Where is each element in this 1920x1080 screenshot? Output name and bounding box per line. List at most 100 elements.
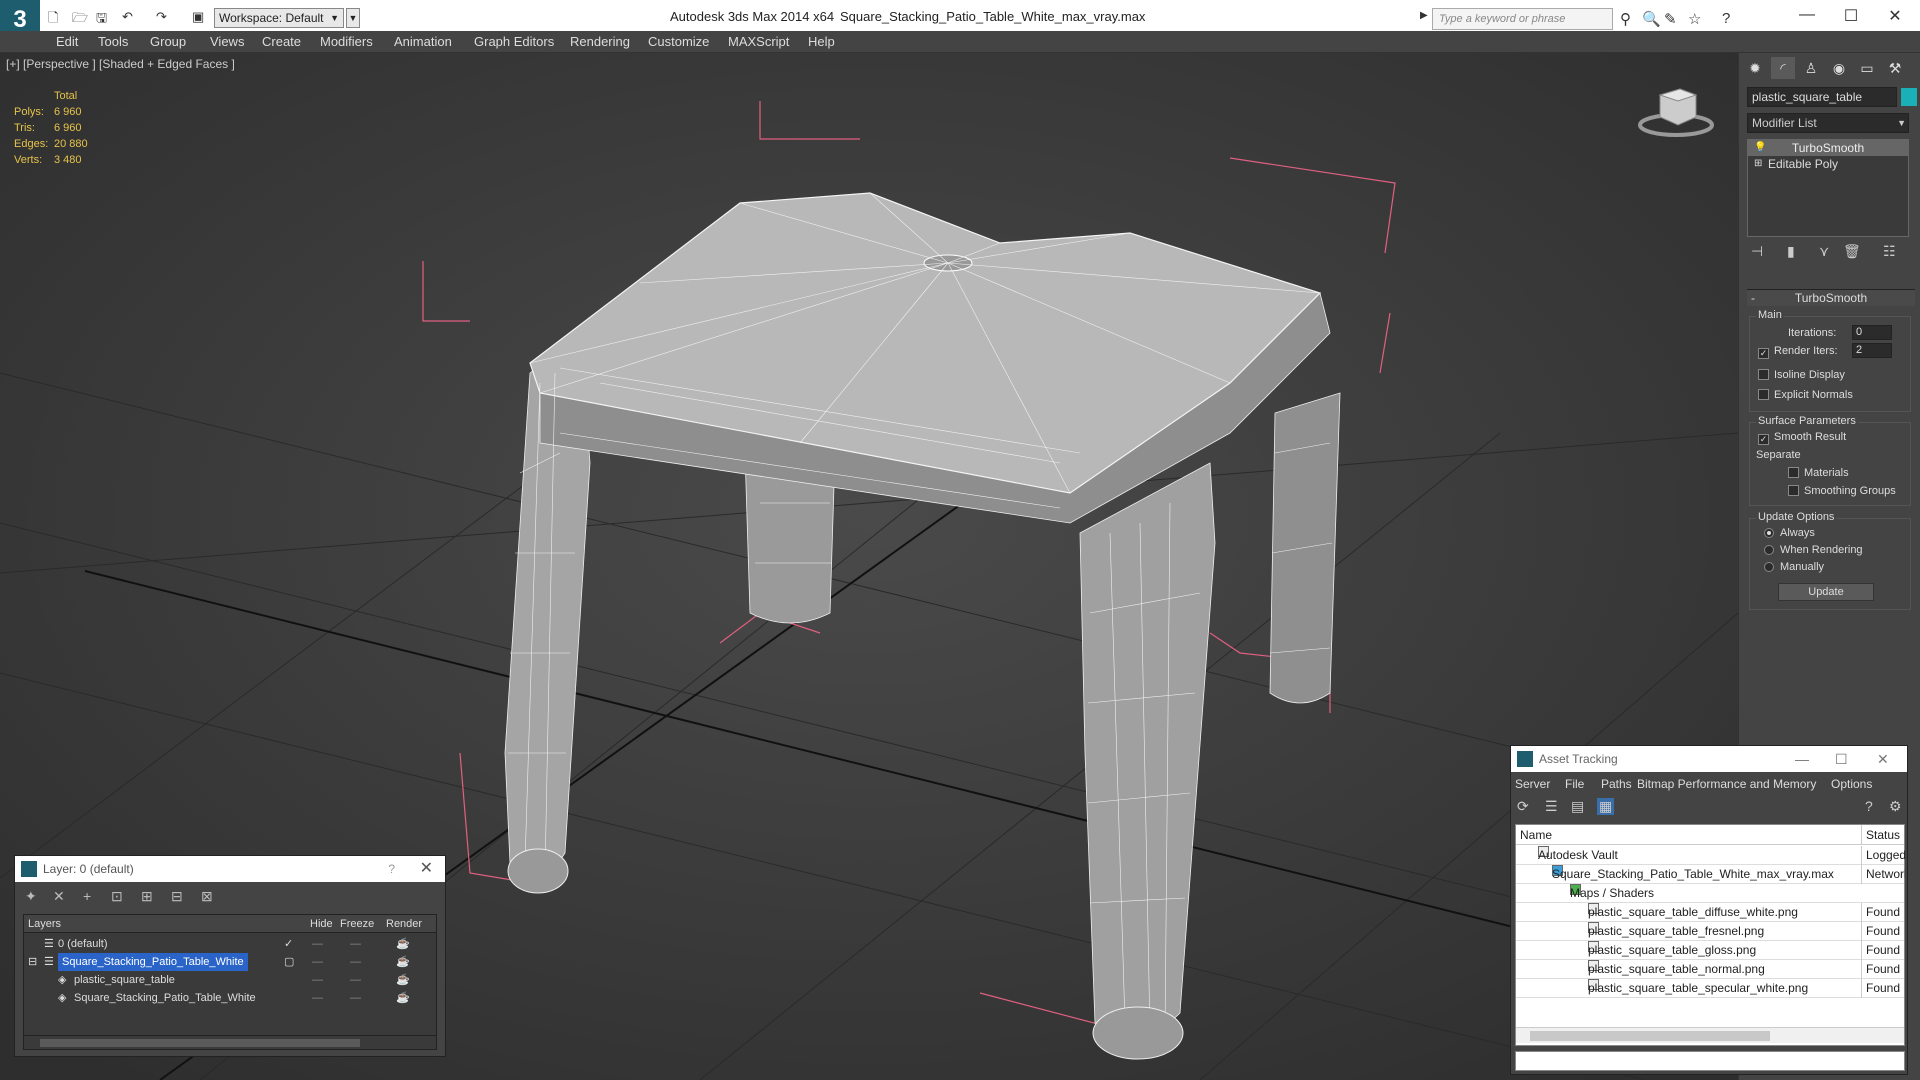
asset-row[interactable]: plastic_square_table_normal.png Found <box>1516 960 1904 979</box>
lightbulb-icon[interactable]: 💡 <box>1754 140 1766 156</box>
explicit-normals-checkbox[interactable]: Explicit Normals <box>1758 389 1853 401</box>
display-tab-icon[interactable]: ▭ <box>1855 57 1879 79</box>
undo-icon[interactable]: ↶ <box>122 9 133 25</box>
col-render[interactable]: Render <box>386 915 422 933</box>
col-freeze[interactable]: Freeze <box>340 915 374 933</box>
freeze-toggle[interactable]: — <box>350 971 361 989</box>
hide-toggle[interactable]: — <box>312 935 323 953</box>
favorites-star-icon[interactable]: ☆ <box>1688 10 1701 28</box>
help-icon[interactable]: ? <box>1722 10 1730 27</box>
configure-modifier-sets-icon[interactable]: ☷ <box>1883 243 1896 260</box>
asset-window-titlebar[interactable]: Asset Tracking — ☐ ✕ <box>1511 746 1907 772</box>
hide-toggle[interactable]: — <box>312 989 323 1007</box>
minimize-icon[interactable]: — <box>1795 746 1809 772</box>
collapse-icon[interactable]: ⊟ <box>28 953 37 971</box>
asset-row[interactable]: plastic_square_table_gloss.png Found <box>1516 941 1904 960</box>
always-radio[interactable]: Always <box>1764 527 1815 539</box>
materials-checkbox[interactable]: Materials <box>1788 467 1849 479</box>
render-teapot-icon[interactable]: ☕ <box>396 971 410 989</box>
render-teapot-icon[interactable]: ☕ <box>396 953 410 971</box>
tree-view-icon[interactable]: ▤ <box>1571 798 1584 815</box>
delete-layer-icon[interactable]: ✕ <box>53 888 65 905</box>
render-iters-spinner[interactable]: 2 <box>1852 343 1892 358</box>
expand-plus-icon[interactable]: ⊞ <box>1754 156 1762 172</box>
create-tab-icon[interactable]: ✹ <box>1743 57 1767 79</box>
asset-row[interactable]: plastic_square_table_specular_white.png … <box>1516 979 1904 998</box>
workspace-dropdown[interactable]: Workspace: Default ▼ <box>214 8 344 28</box>
new-layer-icon[interactable]: ✦ <box>25 888 37 905</box>
render-teapot-icon[interactable]: ☕ <box>396 989 410 1007</box>
when-rendering-radio[interactable]: When Rendering <box>1764 544 1863 556</box>
utilities-tab-icon[interactable]: ⚒ <box>1883 57 1907 79</box>
layer-row[interactable]: ☰ 0 (default) ✓ — — ☕ <box>24 935 436 953</box>
rollout-header[interactable]: - TurboSmooth <box>1747 290 1915 306</box>
set-current-box-icon[interactable]: ▢ <box>284 953 294 971</box>
freeze-toggle[interactable]: — <box>350 935 361 953</box>
freeze-toggle[interactable]: — <box>350 953 361 971</box>
viewport-label[interactable]: [+] [Perspective ] [Shaded + Edged Faces… <box>6 57 235 71</box>
binoculars-icon[interactable]: ⚲ <box>1620 10 1631 28</box>
menu-animation[interactable]: Animation <box>394 34 452 49</box>
list-view-icon[interactable]: ☰ <box>1545 798 1558 815</box>
horizontal-scrollbar[interactable] <box>24 1035 436 1049</box>
asset-menu-bitmap-performance[interactable]: Bitmap Performance and Memory <box>1637 774 1816 794</box>
col-hide[interactable]: Hide <box>310 915 333 933</box>
remove-modifier-icon[interactable]: 🗑 <box>1843 243 1861 260</box>
layer-row[interactable]: ◈ Square_Stacking_Patio_Table_White — — … <box>24 989 436 1007</box>
layer-window-titlebar[interactable]: Layer: 0 (default) ? ✕ <box>15 856 445 882</box>
redo-icon[interactable]: ↷ <box>156 9 167 25</box>
menu-views[interactable]: Views <box>210 34 244 49</box>
hide-toggle[interactable]: — <box>312 971 323 989</box>
asset-row[interactable]: Autodesk Vault Logged O <box>1516 846 1905 865</box>
freeze-toggle[interactable]: — <box>350 989 361 1007</box>
asset-menu-file[interactable]: File <box>1565 774 1584 794</box>
save-icon[interactable]: 🖫 <box>96 9 107 31</box>
refresh-icon[interactable]: ⟳ <box>1517 798 1529 815</box>
table-view-icon[interactable]: ▦ <box>1597 798 1615 815</box>
search-input[interactable]: Type a keyword or phrase <box>1432 8 1613 30</box>
manually-radio[interactable]: Manually <box>1764 561 1824 573</box>
asset-row[interactable]: plastic_square_table_diffuse_white.png F… <box>1516 903 1904 922</box>
menu-customize[interactable]: Customize <box>648 34 709 49</box>
menu-help[interactable]: Help <box>808 34 835 49</box>
smoothing-groups-checkbox[interactable]: Smoothing Groups <box>1788 485 1896 497</box>
current-layer-check-icon[interactable]: ✓ <box>284 935 293 953</box>
layer-row[interactable]: ⊟ ☰ Square_Stacking_Patio_Table_White ▢ … <box>24 953 436 971</box>
close-icon[interactable]: ✕ <box>1880 6 1910 26</box>
help-icon[interactable]: ? <box>388 856 395 882</box>
select-layer-icon[interactable]: ⊞ <box>141 888 153 905</box>
col-name[interactable]: Name <box>1520 825 1552 845</box>
maximize-icon[interactable]: ☐ <box>1835 746 1848 772</box>
render-teapot-icon[interactable]: ☕ <box>396 935 410 953</box>
smooth-result-checkbox[interactable]: ✓ Smooth Result <box>1758 431 1846 445</box>
stack-item-turbosmooth[interactable]: 💡 TurboSmooth <box>1748 140 1908 156</box>
maximize-icon[interactable]: ☐ <box>1836 6 1866 26</box>
search-icon[interactable]: 🔍 <box>1642 10 1661 28</box>
render-iters-checkbox[interactable]: ✓ Render Iters: <box>1758 345 1838 359</box>
select-objects-icon[interactable]: ⊡ <box>111 888 123 905</box>
menu-maxscript[interactable]: MAXScript <box>728 34 789 49</box>
isoline-display-checkbox[interactable]: Isoline Display <box>1758 369 1845 381</box>
menu-tools[interactable]: Tools <box>98 34 128 49</box>
update-button[interactable]: Update <box>1778 583 1874 601</box>
show-end-result-icon[interactable]: ▮ <box>1787 243 1795 260</box>
close-icon[interactable]: ✕ <box>1877 746 1889 772</box>
horizontal-scrollbar[interactable] <box>1516 1027 1904 1043</box>
asset-menu-server[interactable]: Server <box>1515 774 1550 794</box>
stack-item-editable-poly[interactable]: ⊞ Editable Poly <box>1748 156 1908 172</box>
iterations-spinner[interactable]: 0 <box>1852 325 1892 340</box>
modifier-list-dropdown[interactable]: Modifier List ▼ <box>1747 113 1909 133</box>
scrollbar-thumb[interactable] <box>40 1039 360 1047</box>
project-folder-icon[interactable]: ▣ <box>192 9 204 25</box>
menu-edit[interactable]: Edit <box>56 34 78 49</box>
help-icon[interactable]: ? <box>1865 798 1873 814</box>
menu-create[interactable]: Create <box>262 34 301 49</box>
set-current-layer-icon[interactable]: ⊟ <box>171 888 183 905</box>
menu-graph-editors[interactable]: Graph Editors <box>474 34 554 49</box>
new-file-icon[interactable]: 🗋 <box>48 9 58 31</box>
hide-toggle[interactable]: — <box>312 953 323 971</box>
hide-all-layers-icon[interactable]: ⊠ <box>201 888 213 905</box>
asset-menu-paths[interactable]: Paths <box>1601 774 1632 794</box>
hierarchy-tab-icon[interactable]: ♙ <box>1799 57 1823 79</box>
modify-tab-icon[interactable]: ◜ <box>1771 57 1795 79</box>
